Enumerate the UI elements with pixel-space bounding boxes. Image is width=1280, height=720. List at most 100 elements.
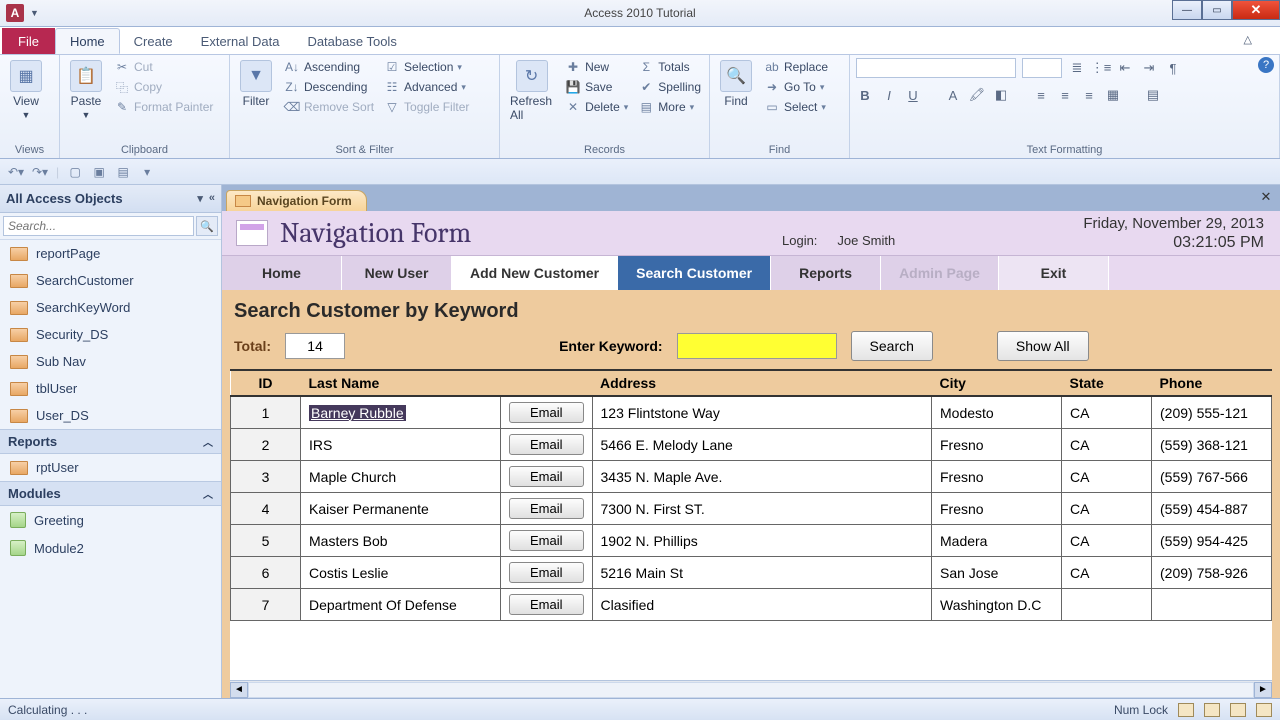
indent-decrease-icon[interactable]: ⇤ (1116, 59, 1134, 77)
navpane-item[interactable]: Greeting (0, 506, 221, 534)
cell-id[interactable]: 6 (231, 557, 301, 589)
descending-button[interactable]: Z↓Descending (282, 78, 376, 96)
cut-button[interactable]: ✂Cut (112, 58, 215, 76)
cell-lastname[interactable]: Maple Church (301, 461, 501, 493)
highlight-icon[interactable]: 🖍 (968, 86, 986, 104)
minimize-button[interactable]: — (1172, 0, 1202, 20)
scroll-right-icon[interactable]: ► (1254, 682, 1272, 698)
navpane-category-modules[interactable]: Modules︿ (0, 481, 221, 506)
navpane-item[interactable]: Sub Nav (0, 348, 221, 375)
navpane-header[interactable]: All Access Objects ▾« (0, 185, 221, 213)
navtab-admin[interactable]: Admin Page (881, 256, 999, 290)
cell-phone[interactable] (1152, 589, 1272, 621)
horizontal-scrollbar[interactable]: ◄ ► (230, 680, 1272, 698)
navtab-search-customer[interactable]: Search Customer (618, 256, 771, 290)
table-row[interactable]: 6 Costis Leslie Email 5216 Main St San J… (231, 557, 1272, 589)
redo-icon[interactable]: ↷▾ (32, 164, 48, 180)
cell-state[interactable]: CA (1062, 429, 1152, 461)
bold-icon[interactable]: B (856, 86, 874, 104)
keyword-input[interactable] (677, 333, 837, 359)
find-button[interactable]: 🔍Find (716, 58, 756, 110)
navpane-item[interactable]: User_DS (0, 402, 221, 429)
cell-city[interactable]: Fresno (932, 461, 1062, 493)
cell-id[interactable]: 1 (231, 396, 301, 429)
table-row[interactable]: 1 Barney Rubble Email 123 Flintstone Way… (231, 396, 1272, 429)
datasheet-view-icon[interactable] (1204, 703, 1220, 717)
cell-lastname[interactable]: Costis Leslie (301, 557, 501, 589)
copy-button[interactable]: ⿻Copy (112, 78, 215, 96)
document-tab[interactable]: Navigation Form (226, 190, 367, 211)
col-id[interactable]: ID (231, 371, 301, 396)
ribbon-tab-home[interactable]: Home (55, 28, 120, 54)
cell-city[interactable]: Madera (932, 525, 1062, 557)
table-row[interactable]: 7 Department Of Defense Email Clasified … (231, 589, 1272, 621)
gridlines-icon[interactable]: ▦ (1104, 86, 1122, 104)
more-button[interactable]: ▤More (636, 98, 703, 116)
navpane-search-input[interactable] (3, 216, 194, 236)
cell-lastname[interactable]: IRS (301, 429, 501, 461)
toggle-filter-button[interactable]: ▽Toggle Filter (382, 98, 471, 116)
cell-city[interactable]: Washington D.C (932, 589, 1062, 621)
indent-increase-icon[interactable]: ⇥ (1140, 59, 1158, 77)
show-all-button[interactable]: Show All (997, 331, 1089, 361)
align-left-icon[interactable]: ≡ (1032, 86, 1050, 104)
email-button[interactable]: Email (509, 402, 584, 423)
email-button[interactable]: Email (509, 466, 584, 487)
email-button[interactable]: Email (509, 594, 584, 615)
cell-address[interactable]: 3435 N. Maple Ave. (592, 461, 931, 493)
cell-state[interactable]: CA (1062, 557, 1152, 589)
cell-phone[interactable]: (209) 758-926 (1152, 557, 1272, 589)
cell-address[interactable]: 1902 N. Phillips (592, 525, 931, 557)
col-state[interactable]: State (1062, 371, 1152, 396)
document-close-icon[interactable]: ✕ (1258, 189, 1274, 205)
cell-lastname[interactable]: Kaiser Permanente (301, 493, 501, 525)
design-view-icon[interactable] (1256, 703, 1272, 717)
help-icon[interactable]: ? (1258, 57, 1274, 73)
ascending-button[interactable]: A↓Ascending (282, 58, 376, 76)
close-button[interactable]: ✕ (1232, 0, 1280, 20)
qat-icon-3[interactable]: ▤ (115, 164, 131, 180)
cell-address[interactable]: 7300 N. First ST. (592, 493, 931, 525)
navtab-home[interactable]: Home (222, 256, 342, 290)
refresh-all-button[interactable]: ↻Refresh All (506, 58, 557, 124)
undo-icon[interactable]: ↶▾ (8, 164, 24, 180)
cell-phone[interactable]: (559) 454-887 (1152, 493, 1272, 525)
cell-lastname[interactable]: Barney Rubble (301, 396, 501, 429)
cell-id[interactable]: 7 (231, 589, 301, 621)
alt-row-color-icon[interactable]: ▤ (1144, 86, 1162, 104)
font-color-icon[interactable]: A (944, 86, 962, 104)
navpane-search-go[interactable]: 🔍 (196, 216, 218, 236)
align-right-icon[interactable]: ≡ (1080, 86, 1098, 104)
cell-id[interactable]: 2 (231, 429, 301, 461)
align-center-icon[interactable]: ≡ (1056, 86, 1074, 104)
cell-phone[interactable]: (559) 954-425 (1152, 525, 1272, 557)
font-size-select[interactable] (1022, 58, 1062, 78)
qat-dropdown-icon[interactable]: ▼ (30, 8, 39, 18)
navpane-item[interactable]: SearchCustomer (0, 267, 221, 294)
scroll-left-icon[interactable]: ◄ (230, 682, 248, 698)
cell-id[interactable]: 3 (231, 461, 301, 493)
cell-city[interactable]: Fresno (932, 493, 1062, 525)
remove-sort-button[interactable]: ⌫Remove Sort (282, 98, 376, 116)
navtab-exit[interactable]: Exit (999, 256, 1109, 290)
filter-button[interactable]: ▼Filter (236, 58, 276, 110)
numbering-icon[interactable]: ⋮≡ (1092, 59, 1110, 77)
italic-icon[interactable]: I (880, 86, 898, 104)
navpane-filter-icon[interactable]: ▾ (197, 192, 203, 205)
save-record-button[interactable]: 💾Save (563, 78, 630, 96)
replace-button[interactable]: abReplace (762, 58, 830, 76)
navpane-collapse-icon[interactable]: « (209, 192, 215, 205)
navpane-item[interactable]: tblUser (0, 375, 221, 402)
navpane-item[interactable]: rptUser (0, 454, 221, 481)
table-row[interactable]: 2 IRS Email 5466 E. Melody Lane Fresno C… (231, 429, 1272, 461)
col-lastname[interactable]: Last Name (301, 371, 501, 396)
qat-more-icon[interactable]: ▾ (139, 164, 155, 180)
navtab-reports[interactable]: Reports (771, 256, 881, 290)
navpane-item[interactable]: Security_DS (0, 321, 221, 348)
view-button[interactable]: ▦View▼ (6, 58, 46, 122)
cell-address[interactable]: 5466 E. Melody Lane (592, 429, 931, 461)
fill-color-icon[interactable]: ◧ (992, 86, 1010, 104)
cell-phone[interactable]: (209) 555-121 (1152, 396, 1272, 429)
cell-city[interactable]: San Jose (932, 557, 1062, 589)
advanced-button[interactable]: ☷Advanced (382, 78, 471, 96)
